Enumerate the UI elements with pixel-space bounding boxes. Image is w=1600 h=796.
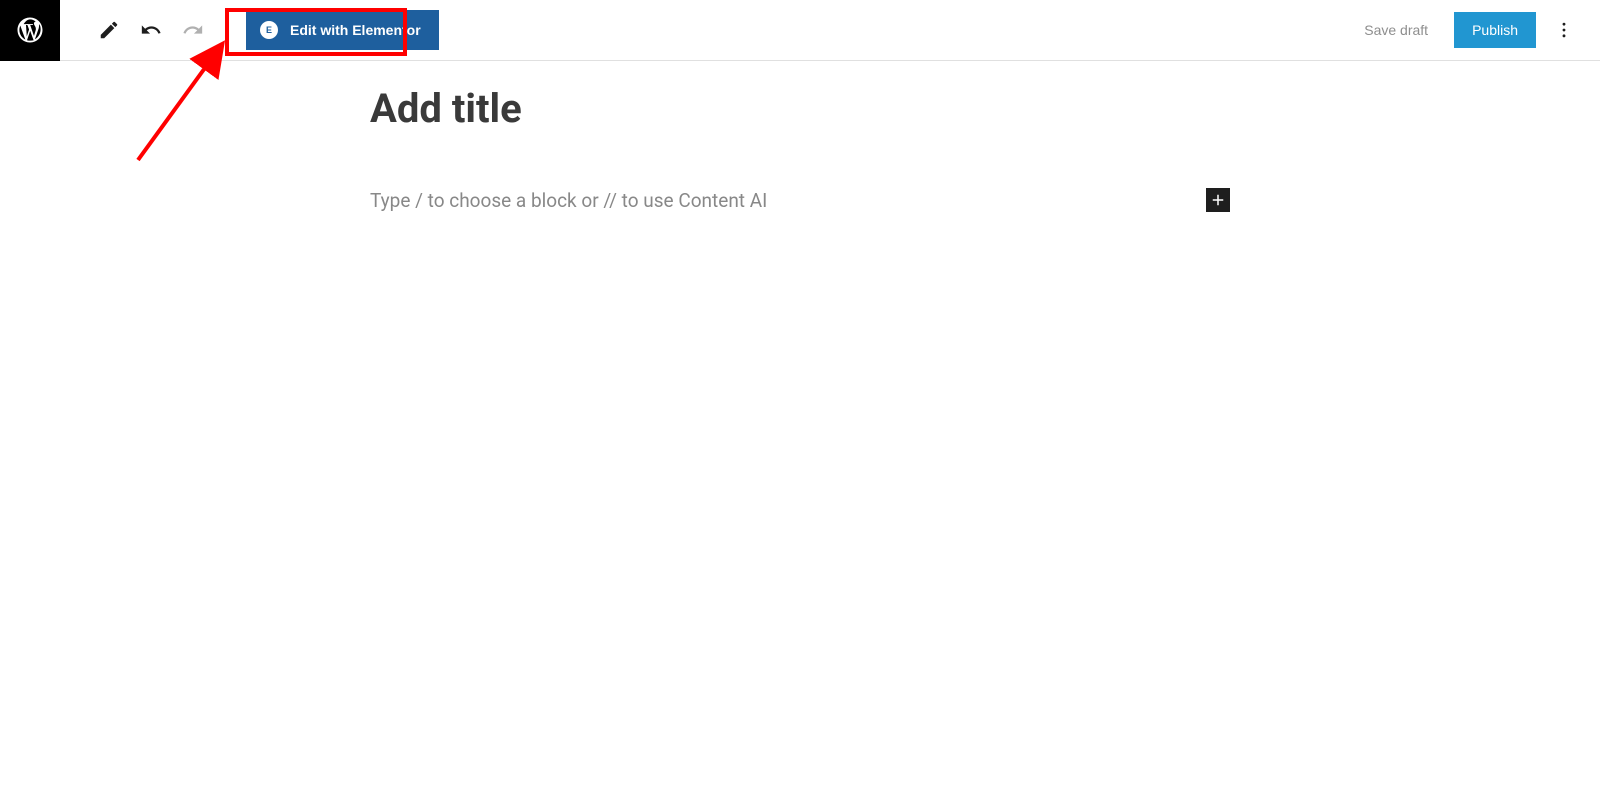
- plus-icon: [1209, 191, 1227, 209]
- tools-button[interactable]: [90, 11, 128, 49]
- elementor-button-label: Edit with Elementor: [290, 22, 421, 38]
- undo-icon: [140, 19, 162, 41]
- post-title-input[interactable]: [370, 85, 1230, 132]
- block-content-input[interactable]: [370, 189, 1058, 212]
- add-block-button[interactable]: [1206, 188, 1230, 212]
- editor-toolbar: E Edit with Elementor Save draft Publish: [0, 0, 1600, 61]
- edit-with-elementor-button[interactable]: E Edit with Elementor: [246, 10, 439, 50]
- wordpress-logo-button[interactable]: [0, 0, 60, 61]
- redo-icon: [182, 19, 204, 41]
- more-vertical-icon: [1554, 20, 1574, 40]
- publish-button[interactable]: Publish: [1454, 12, 1536, 48]
- toolbar-left: E Edit with Elementor: [0, 0, 439, 60]
- options-button[interactable]: [1546, 12, 1582, 48]
- block-editor-row: [370, 188, 1230, 212]
- editor-content: [370, 85, 1230, 212]
- wordpress-icon: [15, 15, 45, 45]
- editor-canvas: [0, 61, 1600, 212]
- elementor-icon: E: [260, 21, 278, 39]
- save-draft-button[interactable]: Save draft: [1352, 14, 1440, 46]
- toolbar-right: Save draft Publish: [1352, 12, 1600, 48]
- pen-icon: [98, 19, 120, 41]
- undo-button[interactable]: [132, 11, 170, 49]
- redo-button[interactable]: [174, 11, 212, 49]
